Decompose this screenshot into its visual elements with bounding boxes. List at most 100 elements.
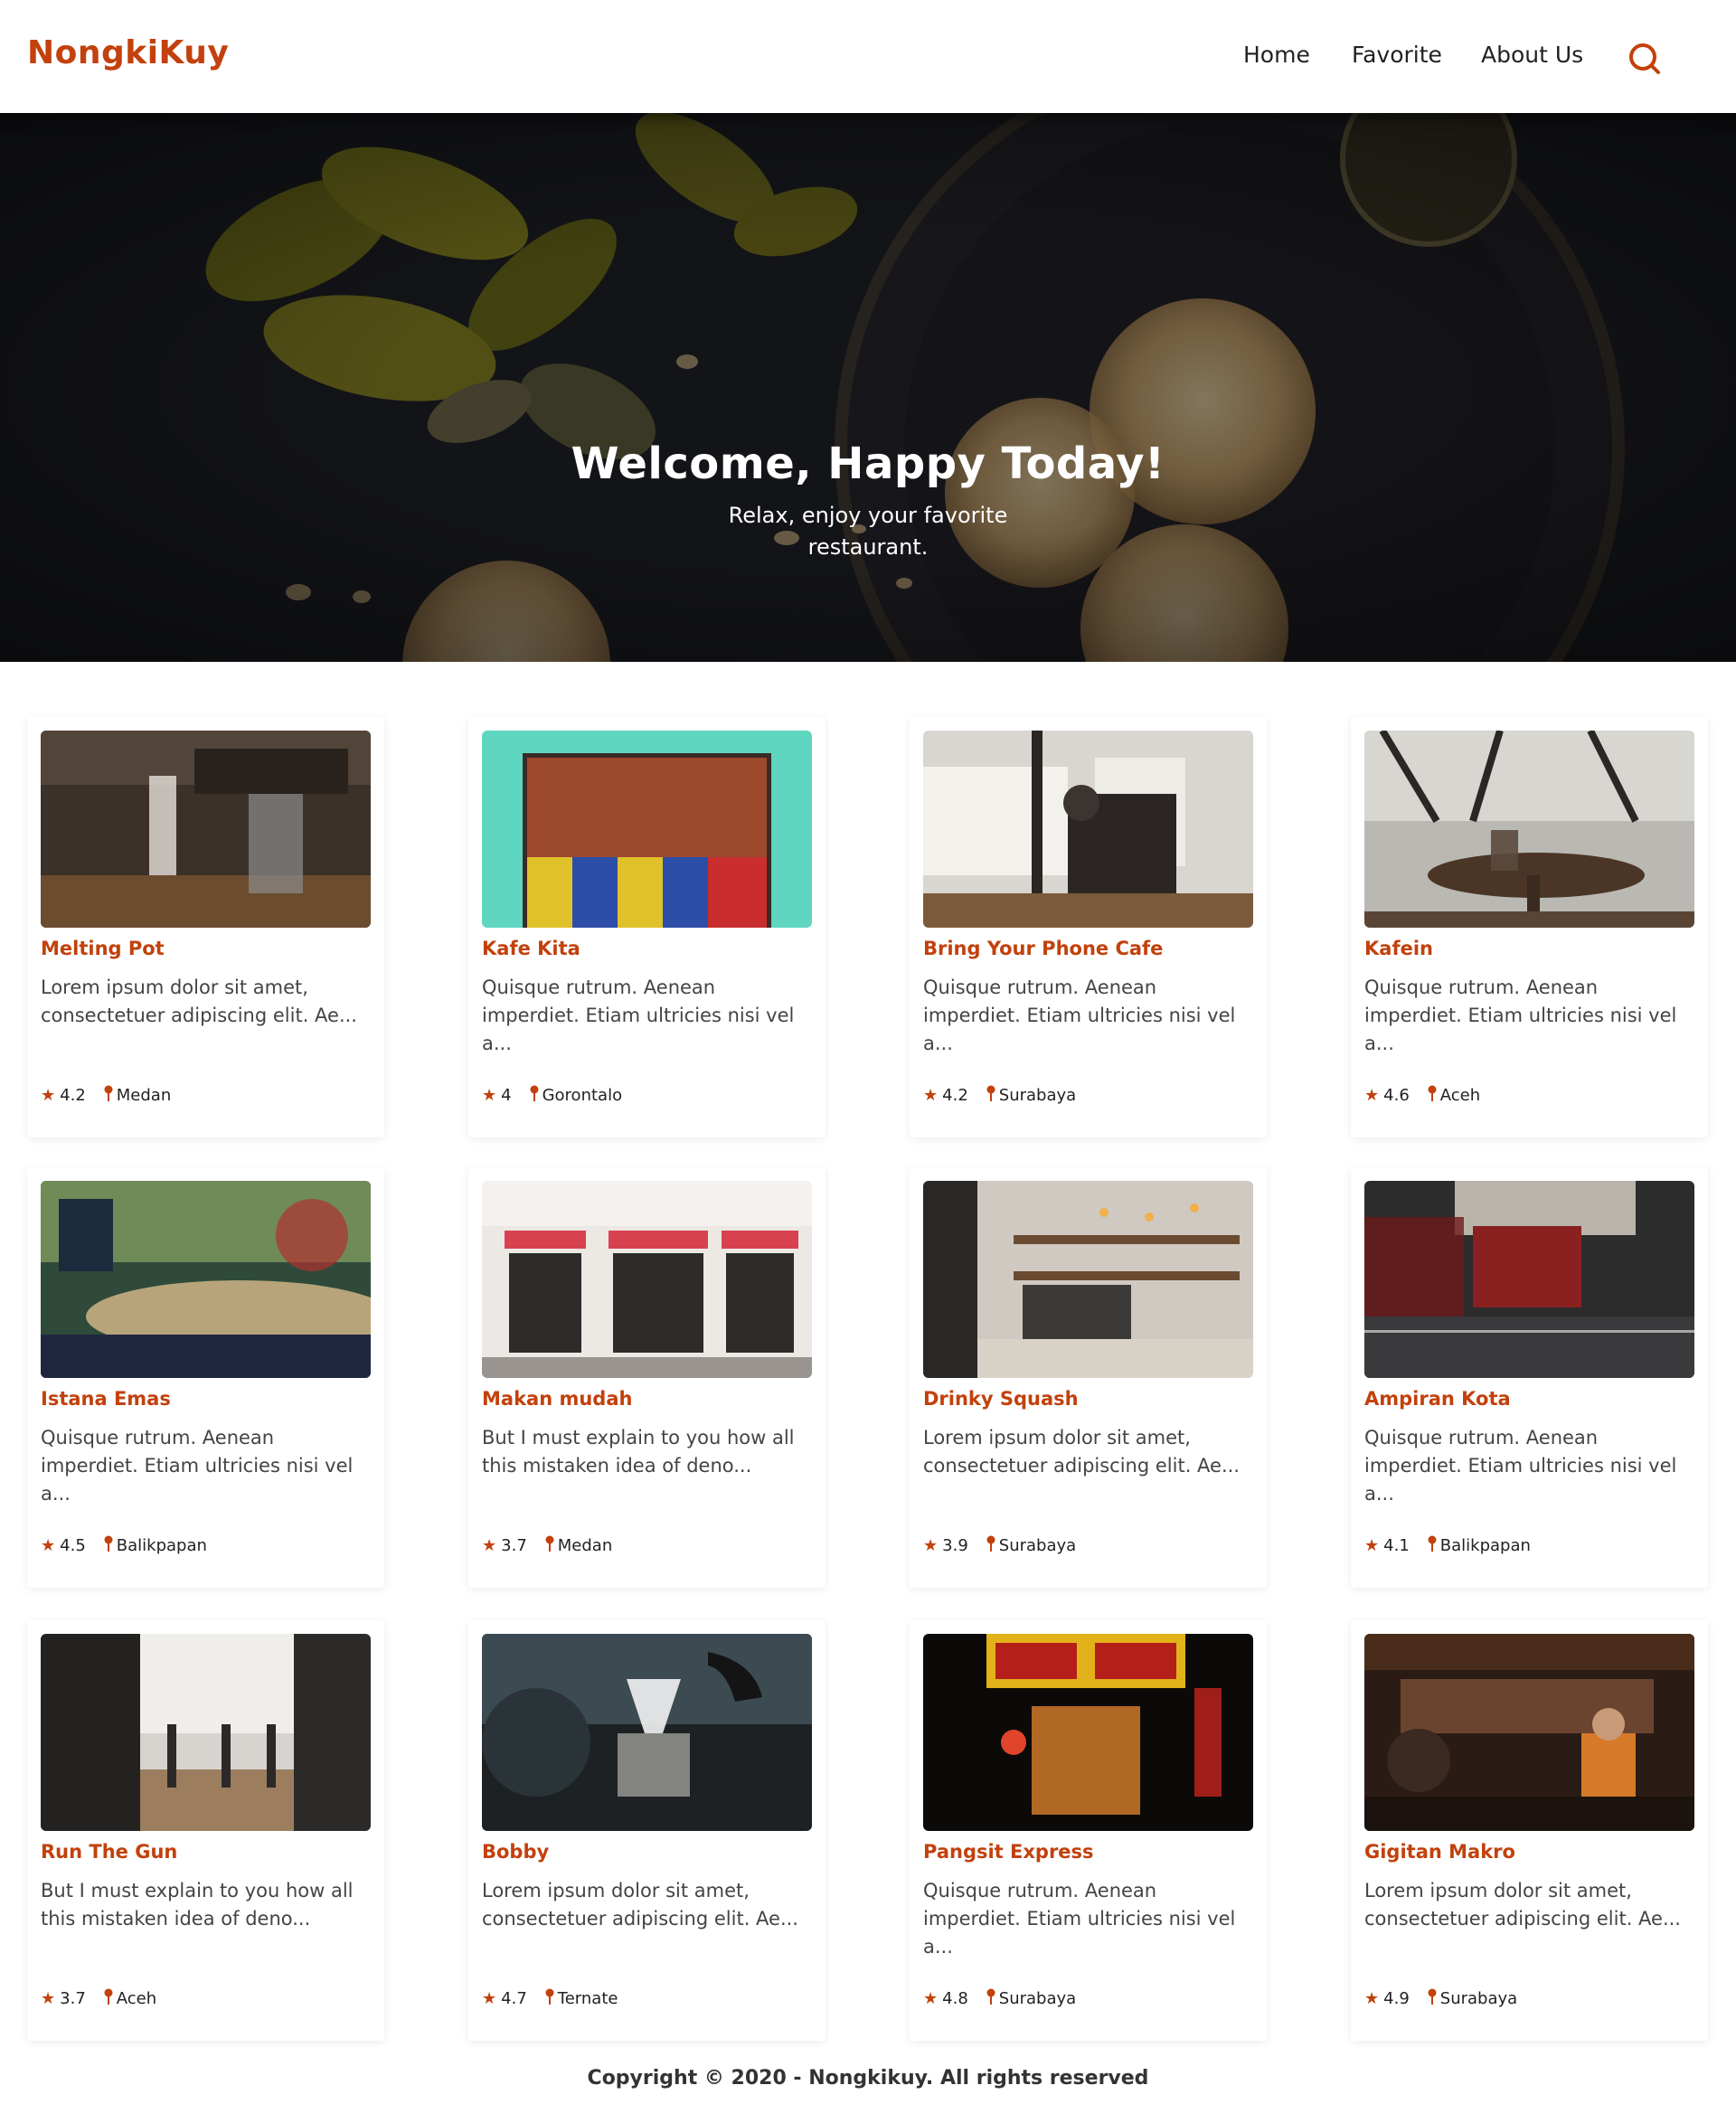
restaurant-name[interactable]: Melting Pot (41, 938, 165, 959)
restaurant-name[interactable]: Run The Gun (41, 1841, 177, 1863)
restaurant-card[interactable]: Bobby Lorem ipsum dolor sit amet, consec… (468, 1620, 826, 2041)
restaurant-rating: 3.7 (60, 1988, 86, 2008)
restaurant-rating: 4.7 (501, 1988, 527, 2008)
navbar: NongkiKuy Home Favorite About Us (0, 0, 1736, 113)
location-pin-icon (545, 1535, 554, 1556)
restaurant-city: Balikpapan (1439, 1535, 1531, 1555)
restaurant-card[interactable]: Ampiran Kota Quisque rutrum. Aenean impe… (1351, 1167, 1708, 1588)
restaurant-city: Surabaya (1439, 1988, 1518, 2008)
restaurant-rating: 4.9 (1383, 1988, 1410, 2008)
restaurant-card[interactable]: Kafein Quisque rutrum. Aenean imperdiet.… (1351, 717, 1708, 1137)
star-icon: ★ (41, 1535, 56, 1555)
restaurant-image[interactable] (41, 731, 371, 928)
restaurant-meta: ★ 4.9 Surabaya (1364, 1987, 1517, 2009)
restaurant-card[interactable]: Istana Emas Quisque rutrum. Aenean imper… (27, 1167, 384, 1588)
restaurant-name[interactable]: Makan mudah (482, 1388, 632, 1410)
restaurant-image[interactable] (923, 1634, 1253, 1831)
nav-home[interactable]: Home (1243, 42, 1310, 68)
restaurant-description: Quisque rutrum. Aenean imperdiet. Etiam … (923, 1880, 1236, 1958)
restaurant-rating: 4.8 (942, 1988, 968, 2008)
restaurant-rating: 4.6 (1383, 1085, 1410, 1105)
restaurant-city: Surabaya (998, 1535, 1077, 1555)
hero-background-image (0, 113, 1736, 662)
restaurant-meta: ★ 4.1 Balikpapan (1364, 1534, 1531, 1556)
star-icon: ★ (923, 1535, 939, 1555)
restaurant-description: Lorem ipsum dolor sit amet, consectetuer… (923, 1427, 1240, 1477)
restaurant-meta: ★ 3.7 Aceh (41, 1987, 156, 2009)
restaurant-meta: ★ 4.5 Balikpapan (41, 1534, 207, 1556)
restaurant-image[interactable] (1364, 1634, 1694, 1831)
restaurant-meta: ★ 3.7 Medan (482, 1534, 612, 1556)
restaurant-image[interactable] (482, 1181, 812, 1378)
location-pin-icon (104, 1535, 113, 1556)
hero-subtitle: Relax, enjoy your favorite restaurant. (728, 503, 1008, 560)
restaurant-rating: 4.5 (60, 1535, 86, 1555)
location-pin-icon (104, 1988, 113, 2009)
restaurant-name[interactable]: Kafe Kita (482, 938, 580, 959)
restaurant-meta: ★ 3.9 Surabaya (923, 1534, 1076, 1556)
restaurant-city: Balikpapan (116, 1535, 207, 1555)
location-pin-icon (1428, 1535, 1437, 1556)
restaurant-meta: ★ 4.7 Ternate (482, 1987, 618, 2009)
location-pin-icon (104, 1085, 113, 1106)
nav-favorite[interactable]: Favorite (1352, 42, 1442, 68)
brand-logo[interactable]: NongkiKuy (27, 34, 229, 71)
restaurant-rating: 3.9 (942, 1535, 968, 1555)
restaurant-card[interactable]: Pangsit Express Quisque rutrum. Aenean i… (910, 1620, 1267, 2041)
star-icon: ★ (41, 1085, 56, 1105)
star-icon: ★ (482, 1988, 497, 2008)
restaurant-name[interactable]: Bobby (482, 1841, 549, 1863)
restaurant-name[interactable]: Ampiran Kota (1364, 1388, 1511, 1410)
restaurant-image[interactable] (1364, 1181, 1694, 1378)
restaurant-name[interactable]: Drinky Squash (923, 1388, 1079, 1410)
restaurant-description: Quisque rutrum. Aenean imperdiet. Etiam … (1364, 977, 1677, 1054)
restaurant-city: Aceh (116, 1988, 157, 2008)
restaurant-name[interactable]: Kafein (1364, 938, 1433, 959)
restaurant-image[interactable] (482, 731, 812, 928)
star-icon: ★ (923, 1085, 939, 1105)
restaurant-city: Ternate (557, 1988, 618, 2008)
star-icon: ★ (482, 1085, 497, 1105)
restaurant-image[interactable] (923, 731, 1253, 928)
nav-about-us[interactable]: About Us (1481, 42, 1583, 68)
star-icon: ★ (482, 1535, 497, 1555)
restaurant-card[interactable]: Run The Gun But I must explain to you ho… (27, 1620, 384, 2041)
restaurant-meta: ★ 4.6 Aceh (1364, 1084, 1480, 1106)
restaurant-name[interactable]: Istana Emas (41, 1388, 171, 1410)
restaurant-description: Quisque rutrum. Aenean imperdiet. Etiam … (1364, 1427, 1677, 1505)
restaurant-card[interactable]: Melting Pot Lorem ipsum dolor sit amet, … (27, 717, 384, 1137)
restaurant-card[interactable]: Makan mudah But I must explain to you ho… (468, 1167, 826, 1588)
star-icon: ★ (923, 1988, 939, 2008)
restaurant-city: Medan (557, 1535, 613, 1555)
restaurant-card[interactable]: Kafe Kita Quisque rutrum. Aenean imperdi… (468, 717, 826, 1137)
hero-banner: Welcome, Happy Today! Relax, enjoy your … (0, 113, 1736, 662)
restaurant-card[interactable]: Bring Your Phone Cafe Quisque rutrum. Ae… (910, 717, 1267, 1137)
restaurant-city: Medan (116, 1085, 172, 1105)
footer-copyright: Copyright © 2020 - Nongkikuy. All rights… (587, 2067, 1149, 2090)
location-pin-icon (986, 1988, 995, 2009)
restaurant-name[interactable]: Gigitan Makro (1364, 1841, 1515, 1863)
restaurant-description: Lorem ipsum dolor sit amet, consectetuer… (1364, 1880, 1681, 1930)
restaurant-image[interactable] (482, 1634, 812, 1831)
restaurant-description: Lorem ipsum dolor sit amet, consectetuer… (482, 1880, 798, 1930)
restaurant-image[interactable] (41, 1634, 371, 1831)
restaurant-city: Surabaya (998, 1988, 1077, 2008)
restaurant-name[interactable]: Bring Your Phone Cafe (923, 938, 1163, 959)
location-pin-icon (530, 1085, 539, 1106)
restaurant-description: Quisque rutrum. Aenean imperdiet. Etiam … (482, 977, 795, 1054)
search-icon[interactable] (1626, 40, 1664, 78)
restaurant-description: Quisque rutrum. Aenean imperdiet. Etiam … (923, 977, 1236, 1054)
restaurant-name[interactable]: Pangsit Express (923, 1841, 1094, 1863)
restaurant-rating: 3.7 (501, 1535, 527, 1555)
restaurant-card[interactable]: Drinky Squash Lorem ipsum dolor sit amet… (910, 1167, 1267, 1588)
star-icon: ★ (1364, 1988, 1380, 2008)
restaurant-description: But I must explain to you how all this m… (482, 1427, 795, 1477)
restaurant-image[interactable] (1364, 731, 1694, 928)
star-icon: ★ (1364, 1085, 1380, 1105)
location-pin-icon (986, 1085, 995, 1106)
restaurant-image[interactable] (923, 1181, 1253, 1378)
restaurant-image[interactable] (41, 1181, 371, 1378)
star-icon: ★ (41, 1988, 56, 2008)
star-icon: ★ (1364, 1535, 1380, 1555)
restaurant-card[interactable]: Gigitan Makro Lorem ipsum dolor sit amet… (1351, 1620, 1708, 2041)
